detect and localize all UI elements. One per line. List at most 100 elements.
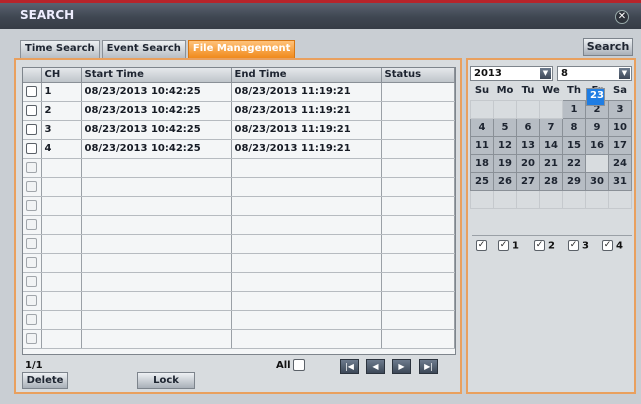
cell-empty bbox=[381, 234, 455, 254]
cell-ch: 1 bbox=[41, 82, 82, 102]
delete-button[interactable]: Delete bbox=[22, 372, 68, 389]
calendar-day[interactable]: 13 bbox=[516, 135, 540, 155]
month-select[interactable]: 8 ▼ bbox=[557, 66, 632, 81]
channel-checkbox[interactable]: ✓ 4 bbox=[602, 240, 623, 252]
calendar-grid: SuMoTuWeThFrSa 1234567891011121314151617… bbox=[470, 82, 632, 209]
calendar-day[interactable]: 24 bbox=[608, 153, 632, 173]
calendar-day[interactable]: 22 bbox=[562, 153, 586, 173]
col-select bbox=[23, 68, 42, 83]
row-checkbox[interactable] bbox=[26, 123, 37, 135]
calendar-day[interactable]: 17 bbox=[608, 135, 632, 155]
cell-end-time: 08/23/2013 11:19:21 bbox=[231, 82, 382, 102]
calendar-day[interactable]: 1 bbox=[562, 99, 586, 119]
pager: 1/1 All |◀ ◀ ▶ ▶| bbox=[22, 358, 456, 376]
calendar-day[interactable]: 8 bbox=[562, 117, 586, 137]
prev-page-button[interactable]: ◀ bbox=[366, 359, 385, 374]
cell-empty bbox=[381, 177, 455, 197]
row-checkbox-cell bbox=[23, 310, 42, 330]
first-page-button[interactable]: |◀ bbox=[340, 359, 359, 374]
calendar-empty-cell bbox=[539, 99, 563, 119]
calendar-day[interactable]: 11 bbox=[470, 135, 494, 155]
cell-empty bbox=[81, 215, 232, 235]
table-row[interactable]: 1 08/23/2013 10:42:25 08/23/2013 11:19:21 bbox=[23, 82, 455, 102]
calendar-day[interactable]: 20 bbox=[516, 153, 540, 173]
table-row[interactable]: 2 08/23/2013 10:42:25 08/23/2013 11:19:21 bbox=[23, 101, 455, 121]
row-checkbox bbox=[26, 237, 37, 249]
calendar-day[interactable]: 25 bbox=[470, 171, 494, 191]
cell-empty bbox=[231, 329, 382, 349]
cell-empty bbox=[381, 310, 455, 330]
calendar-day[interactable]: 28 bbox=[539, 171, 563, 191]
tab-file-management[interactable]: File Management bbox=[187, 40, 296, 58]
cell-empty bbox=[81, 253, 232, 273]
row-checkbox[interactable] bbox=[26, 104, 37, 116]
table-header: CH Start Time End Time Status bbox=[23, 68, 455, 83]
last-page-button[interactable]: ▶| bbox=[419, 359, 438, 374]
row-checkbox-cell[interactable] bbox=[23, 139, 42, 159]
calendar-day[interactable]: 15 bbox=[562, 135, 586, 155]
calendar-day[interactable]: 26 bbox=[493, 171, 517, 191]
row-checkbox[interactable] bbox=[26, 85, 37, 97]
calendar-day[interactable]: 14 bbox=[539, 135, 563, 155]
calendar-day[interactable]: 9 bbox=[585, 117, 609, 137]
channel-label: 1 bbox=[512, 240, 519, 252]
channel-checkbox[interactable]: ✓ 3 bbox=[568, 240, 589, 252]
calendar-day[interactable]: 23 bbox=[586, 88, 605, 106]
cell-empty bbox=[41, 291, 82, 311]
calendar-day[interactable]: 30 bbox=[585, 171, 609, 191]
calendar-empty-cell bbox=[493, 99, 517, 119]
cell-end-time: 08/23/2013 11:19:21 bbox=[231, 101, 382, 121]
checkbox-icon[interactable]: ✓ bbox=[476, 240, 487, 251]
row-checkbox bbox=[26, 218, 37, 230]
calendar-day[interactable]: 16 bbox=[585, 135, 609, 155]
next-page-button[interactable]: ▶ bbox=[392, 359, 411, 374]
checkbox-icon[interactable]: ✓ bbox=[498, 240, 509, 251]
calendar-day[interactable]: 4 bbox=[470, 117, 494, 137]
channel-checkbox[interactable]: ✓ 2 bbox=[534, 240, 555, 252]
calendar-day[interactable]: 10 bbox=[608, 117, 632, 137]
row-checkbox[interactable] bbox=[26, 142, 37, 154]
calendar-day[interactable]: 29 bbox=[562, 171, 586, 191]
window-title: SEARCH bbox=[20, 8, 75, 22]
cell-empty bbox=[81, 196, 232, 216]
year-select[interactable]: 2013 ▼ bbox=[470, 66, 553, 81]
calendar-day[interactable]: 3 bbox=[608, 99, 632, 119]
table-row[interactable]: 3 08/23/2013 10:42:25 08/23/2013 11:19:21 bbox=[23, 120, 455, 140]
close-icon[interactable]: ✕ bbox=[615, 10, 629, 24]
calendar-day[interactable]: 12 bbox=[493, 135, 517, 155]
search-button[interactable]: Search bbox=[583, 38, 633, 56]
cell-empty bbox=[41, 234, 82, 254]
row-checkbox-cell bbox=[23, 196, 42, 216]
checkbox-icon[interactable]: ✓ bbox=[568, 240, 579, 251]
row-checkbox-cell[interactable] bbox=[23, 101, 42, 121]
checkbox-icon[interactable]: ✓ bbox=[534, 240, 545, 251]
cell-empty bbox=[381, 329, 455, 349]
calendar-empty-cell bbox=[470, 99, 494, 119]
table-row[interactable]: 4 08/23/2013 10:42:25 08/23/2013 11:19:21 bbox=[23, 139, 455, 159]
checkbox-icon[interactable]: ✓ bbox=[602, 240, 613, 251]
table-row-empty bbox=[23, 253, 455, 273]
tab-event-search[interactable]: Event Search bbox=[101, 40, 186, 58]
row-checkbox-cell[interactable] bbox=[23, 82, 42, 102]
lock-button[interactable]: Lock bbox=[137, 372, 195, 389]
calendar-day[interactable]: 18 bbox=[470, 153, 494, 173]
calendar-empty-cell bbox=[562, 189, 586, 209]
channel-all-toggle[interactable]: ✓ bbox=[476, 240, 490, 252]
calendar-day[interactable]: 7 bbox=[539, 117, 563, 137]
calendar-day[interactable]: 6 bbox=[516, 117, 540, 137]
calendar-day[interactable]: 19 bbox=[493, 153, 517, 173]
calendar-day[interactable]: 5 bbox=[493, 117, 517, 137]
tab-bar: Time Search Event Search File Management bbox=[20, 40, 296, 58]
calendar-week: 11 12 13 14 15 16 17 bbox=[470, 135, 632, 155]
channel-checkbox[interactable]: ✓ 1 bbox=[498, 240, 519, 252]
calendar-day[interactable]: 31 bbox=[608, 171, 632, 191]
calendar-day[interactable]: 21 bbox=[539, 153, 563, 173]
select-all-checkbox[interactable] bbox=[293, 359, 305, 371]
row-checkbox-cell[interactable] bbox=[23, 120, 42, 140]
tab-time-search[interactable]: Time Search bbox=[20, 40, 100, 58]
select-all-label: All bbox=[276, 360, 291, 371]
cell-empty bbox=[381, 158, 455, 178]
calendar-day[interactable]: 27 bbox=[516, 171, 540, 191]
chevron-down-icon: ▼ bbox=[619, 68, 630, 79]
cell-empty bbox=[41, 272, 82, 292]
